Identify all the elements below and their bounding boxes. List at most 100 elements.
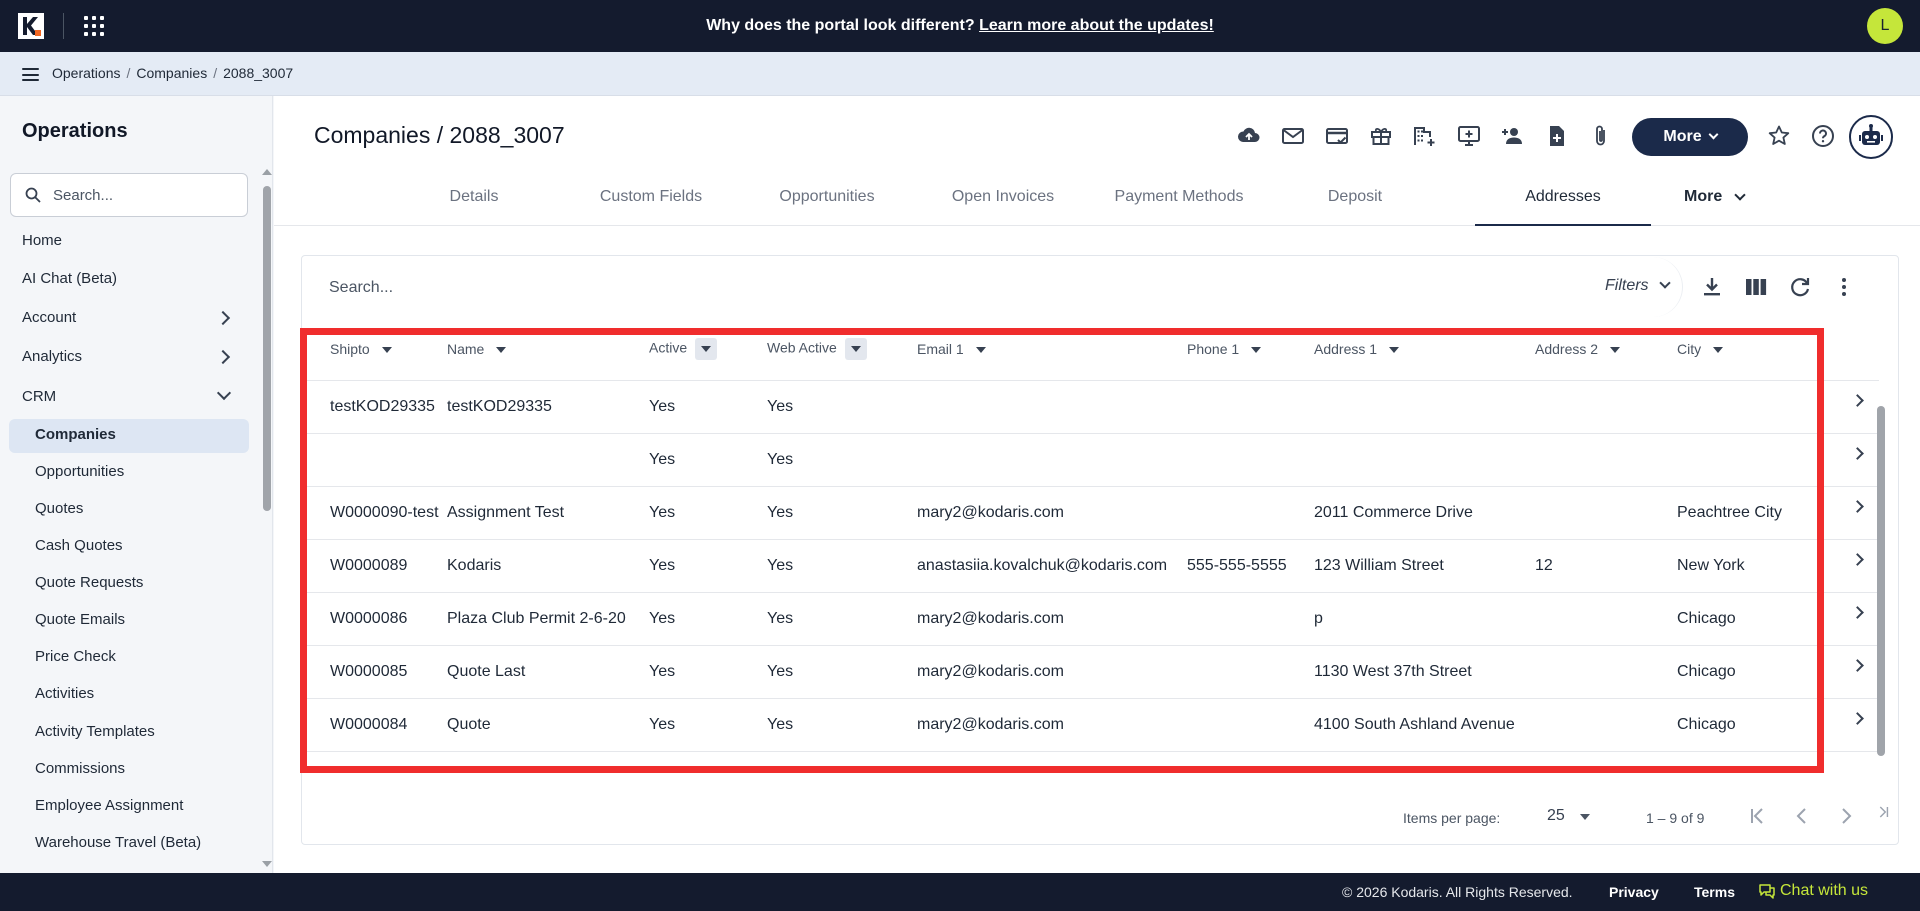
column-header-name[interactable]: Name (439, 318, 641, 381)
sidebar-item-account[interactable]: Account (22, 309, 76, 326)
tab-deposit[interactable]: Deposit (1278, 174, 1432, 226)
sidebar-item-home[interactable]: Home (22, 232, 62, 249)
items-per-page-select[interactable]: 25 (1547, 807, 1565, 825)
building-add-icon[interactable] (1412, 123, 1440, 151)
sidebar-title: Operations (22, 120, 128, 142)
chevron-down-icon[interactable] (1580, 814, 1590, 820)
table-row[interactable]: W0000089 Kodaris Yes Yes anastasiia.kovalchu… (303, 539, 1879, 593)
cloud-upload-icon[interactable] (1236, 123, 1264, 151)
table-row[interactable]: W0000084 Quote Yes Yes mary2@kodaris.com 4100… (303, 698, 1879, 752)
sidebar-item-companies[interactable]: Companies (35, 426, 116, 443)
sidebar-item-opportunities[interactable]: Opportunities (35, 463, 124, 480)
sort-caret-icon[interactable] (1389, 346, 1400, 353)
sort-caret-icon[interactable] (1251, 346, 1262, 353)
mail-icon[interactable] (1280, 123, 1308, 151)
cell-phone-1 (1179, 592, 1306, 646)
kodaris-logo[interactable] (18, 13, 44, 39)
sidebar-item-quote-emails[interactable]: Quote Emails (35, 611, 125, 628)
next-page-icon[interactable] (1832, 802, 1860, 830)
column-header-web-active[interactable]: Web Active (759, 318, 909, 381)
tab-open-invoices[interactable]: Open Invoices (926, 174, 1080, 226)
table-row[interactable]: W0000086 Plaza Club Permit 2-6-20 Yes Yes ma… (303, 592, 1879, 646)
file-add-icon[interactable] (1544, 123, 1572, 151)
column-header-email-1[interactable]: Email 1 (909, 318, 1179, 381)
sidebar-item-quote-requests[interactable]: Quote Requests (35, 574, 143, 591)
sort-caret-icon[interactable] (844, 337, 867, 360)
hamburger-menu-icon[interactable] (22, 68, 39, 81)
cell-address-2 (1527, 380, 1669, 434)
tab-addresses[interactable]: Addresses (1475, 174, 1651, 226)
items-per-page-label: Items per page: (1403, 810, 1501, 826)
sidebar-scrollbar[interactable] (263, 186, 271, 511)
tab-custom-fields[interactable]: Custom Fields (574, 174, 728, 226)
announcement-link[interactable]: Learn more about the updates! (979, 17, 1214, 34)
breadcrumb-companies[interactable]: Companies (136, 65, 207, 81)
ai-assistant-button[interactable] (1849, 115, 1893, 159)
table-vertical-scrollbar[interactable] (1877, 406, 1885, 756)
kebab-menu-icon[interactable] (1831, 274, 1857, 300)
tab-opportunities[interactable]: Opportunities (750, 174, 904, 226)
sidebar-item-price-check[interactable]: Price Check (35, 648, 116, 665)
apps-grid-icon[interactable] (84, 16, 104, 36)
user-avatar[interactable]: L (1867, 8, 1903, 44)
column-header-address-2[interactable]: Address 2 (1527, 318, 1669, 381)
chevron-right-icon[interactable] (215, 310, 231, 326)
scroll-down-arrow-icon[interactable] (262, 861, 272, 867)
help-icon[interactable] (1810, 123, 1838, 151)
tab-payment-methods[interactable]: Payment Methods (1102, 174, 1256, 226)
column-header-shipto[interactable]: Shipto (303, 318, 439, 381)
previous-page-icon[interactable] (1788, 802, 1816, 830)
column-header-active[interactable]: Active (641, 318, 759, 381)
table-row[interactable]: Yes Yes (303, 433, 1879, 487)
sidebar-search-input[interactable] (53, 185, 233, 205)
sidebar-item-activities[interactable]: Activities (35, 685, 94, 702)
chevron-right-icon[interactable] (215, 349, 231, 365)
sidebar-item-quotes[interactable]: Quotes (35, 500, 83, 517)
footer-privacy-link[interactable]: Privacy (1609, 884, 1659, 900)
filters-dropdown[interactable]: Filters (1605, 277, 1671, 295)
column-header-city[interactable]: City (1669, 318, 1879, 381)
sidebar-item-cash-quotes[interactable]: Cash Quotes (35, 537, 123, 554)
column-header-phone-1[interactable]: Phone 1 (1179, 318, 1306, 381)
paperclip-icon[interactable] (1588, 123, 1616, 151)
refresh-icon[interactable] (1787, 274, 1813, 300)
screen-add-icon[interactable] (1456, 123, 1484, 151)
table-row[interactable]: W0000085 Quote Last Yes Yes mary2@kodaris.co… (303, 645, 1879, 699)
sidebar-item-commissions[interactable]: Commissions (35, 760, 125, 777)
columns-icon[interactable] (1743, 274, 1769, 300)
sort-caret-icon[interactable] (1713, 346, 1724, 353)
chevron-down-icon[interactable] (216, 385, 232, 401)
sort-caret-icon[interactable] (1610, 346, 1621, 353)
sort-caret-icon[interactable] (381, 346, 392, 353)
sidebar-item-warehouse-travel[interactable]: Warehouse Travel (Beta) (35, 834, 201, 851)
card-check-icon[interactable] (1324, 123, 1352, 151)
column-header-address-1[interactable]: Address 1 (1306, 318, 1527, 381)
sidebar-item-ai-chat[interactable]: AI Chat (Beta) (22, 270, 117, 287)
sidebar-item-crm[interactable]: CRM (22, 388, 56, 405)
sidebar-item-activity-templates[interactable]: Activity Templates (35, 723, 155, 740)
star-icon[interactable] (1766, 123, 1794, 151)
table-row[interactable]: W0000090-test Assignment Test Yes Yes mary2@… (303, 486, 1879, 540)
grid-search-input[interactable] (329, 277, 929, 299)
scroll-up-arrow-icon[interactable] (262, 169, 272, 175)
person-add-icon[interactable] (1500, 123, 1528, 151)
breadcrumb-operations[interactable]: Operations (52, 65, 120, 81)
sort-caret-icon[interactable] (975, 346, 986, 353)
cell-address-2 (1527, 433, 1669, 487)
sidebar-item-analytics[interactable]: Analytics (22, 348, 82, 365)
footer-terms-link[interactable]: Terms (1694, 884, 1735, 900)
gift-icon[interactable] (1368, 123, 1396, 151)
chat-with-us-button[interactable]: Chat with us (1759, 882, 1868, 900)
sidebar-item-employee-assignment[interactable]: Employee Assignment (35, 797, 183, 814)
sort-caret-icon[interactable] (496, 346, 507, 353)
download-icon[interactable] (1699, 274, 1725, 300)
tab-details[interactable]: Details (412, 174, 536, 226)
cell-shipto (303, 433, 439, 487)
tab-more[interactable]: More (1684, 174, 1746, 226)
table-row[interactable]: testKOD29335 testKOD29335 Yes Yes (303, 380, 1879, 434)
sort-caret-icon[interactable] (695, 337, 718, 360)
more-actions-button[interactable]: More (1632, 118, 1748, 156)
last-page-icon[interactable] (1876, 802, 1896, 830)
cell-phone-1 (1179, 645, 1306, 699)
first-page-icon[interactable] (1744, 802, 1772, 830)
